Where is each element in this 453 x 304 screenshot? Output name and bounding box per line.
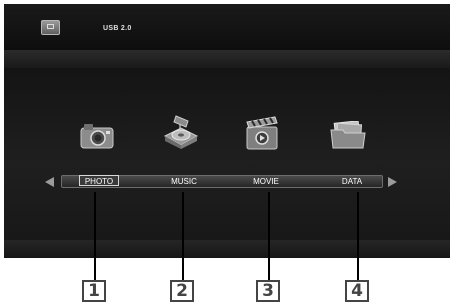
tv-screen xyxy=(4,4,450,258)
tab-data[interactable]: DATA xyxy=(332,176,372,187)
callout-number: 4 xyxy=(345,280,369,302)
header-band xyxy=(4,50,450,68)
media-browser-area xyxy=(4,68,450,240)
callout-number: 1 xyxy=(82,280,106,302)
callout-line xyxy=(182,192,184,280)
clapperboard-icon[interactable] xyxy=(244,116,280,150)
usb-drive-icon xyxy=(41,20,60,35)
tab-photo[interactable]: PHOTO xyxy=(79,175,119,186)
device-label: USB 2.0 xyxy=(103,25,132,32)
callout-line xyxy=(94,192,96,280)
arrow-right-icon[interactable] xyxy=(388,177,397,187)
footer-band xyxy=(4,240,450,258)
arrow-left-icon[interactable] xyxy=(45,177,54,187)
callout-number: 3 xyxy=(256,280,280,302)
tab-music[interactable]: MUSIC xyxy=(164,176,204,187)
tab-movie[interactable]: MOVIE xyxy=(246,176,286,187)
status-bar xyxy=(4,4,450,50)
callout-line xyxy=(268,192,270,280)
music-disc-icon[interactable] xyxy=(162,114,200,150)
callout-line xyxy=(357,192,359,280)
camera-icon[interactable] xyxy=(80,123,114,149)
folder-icon[interactable] xyxy=(330,121,366,149)
callout-number: 2 xyxy=(170,280,194,302)
